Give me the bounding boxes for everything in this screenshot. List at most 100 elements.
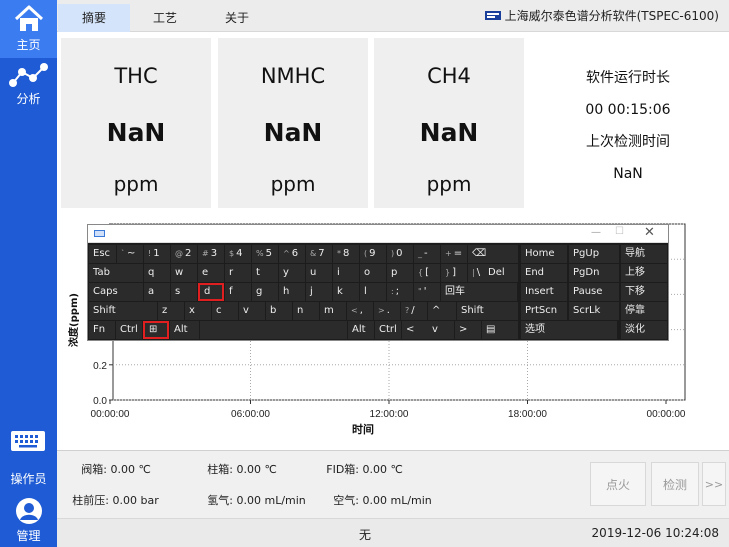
- key-Shift[interactable]: Shift: [89, 302, 157, 320]
- user-admin[interactable]: 管理: [0, 497, 57, 547]
- key-Shift[interactable]: Shift: [457, 302, 518, 320]
- key-shift-symbol: _: [418, 249, 422, 258]
- key-label: r: [229, 267, 234, 278]
- key-3[interactable]: #3: [198, 245, 224, 263]
- keyboard-title-bar[interactable]: — ☐ ✕: [88, 225, 668, 243]
- key-PrtScn[interactable]: PrtScn: [521, 302, 567, 320]
- key-c[interactable]: c: [212, 302, 238, 320]
- key-label: x: [189, 305, 195, 316]
- key-n[interactable]: n: [293, 302, 319, 320]
- sidebar-item-home[interactable]: 主页: [0, 0, 57, 58]
- key-Esc[interactable]: Esc: [89, 245, 116, 263]
- key-Alt[interactable]: Alt: [170, 321, 199, 339]
- key-symbol[interactable]: <,: [347, 302, 373, 320]
- key-j[interactable]: j: [306, 283, 332, 301]
- key-f[interactable]: f: [225, 283, 251, 301]
- key-o[interactable]: o: [360, 264, 386, 282]
- maximize-icon[interactable]: ☐: [615, 226, 624, 237]
- key-g[interactable]: g: [252, 283, 278, 301]
- key-r[interactable]: r: [225, 264, 251, 282]
- key-s[interactable]: s: [171, 283, 197, 301]
- key-m[interactable]: m: [320, 302, 346, 320]
- key-symbol[interactable]: ▤: [482, 321, 518, 339]
- key-symbol[interactable]: }]: [441, 264, 467, 282]
- key-4[interactable]: $4: [225, 245, 251, 263]
- key-a[interactable]: a: [144, 283, 170, 301]
- key-z[interactable]: z: [158, 302, 184, 320]
- key-symbol[interactable]: ` ~: [117, 245, 143, 263]
- key-symbol[interactable]: " ': [414, 283, 440, 301]
- key-symbol[interactable]: ^: [428, 302, 456, 320]
- key-Tab[interactable]: Tab: [89, 264, 143, 282]
- key-symbol[interactable]: <: [402, 321, 428, 339]
- key-Insert[interactable]: Insert: [521, 283, 567, 301]
- key-symbol[interactable]: + =: [441, 245, 467, 263]
- key-symbol[interactable]: :;: [387, 283, 413, 301]
- key-End[interactable]: End: [521, 264, 567, 282]
- key-1[interactable]: ! 1: [144, 245, 170, 263]
- key-PgUp[interactable]: PgUp: [569, 245, 619, 263]
- key-y[interactable]: y: [279, 264, 305, 282]
- key-Ctrl[interactable]: Ctrl: [116, 321, 142, 339]
- detect-button[interactable]: 检测: [651, 462, 699, 506]
- key-Home[interactable]: Home: [521, 245, 567, 263]
- key-symbol[interactable]: ? /: [401, 302, 427, 320]
- key-ScrLk[interactable]: ScrLk: [569, 302, 619, 320]
- key-5[interactable]: % 5: [252, 245, 278, 263]
- key-停靠[interactable]: 停靠: [621, 302, 667, 320]
- key-7[interactable]: & 7: [306, 245, 332, 263]
- key-Fn[interactable]: Fn: [89, 321, 115, 339]
- key-p[interactable]: p: [387, 264, 413, 282]
- key-t[interactable]: t: [252, 264, 278, 282]
- key-k[interactable]: k: [333, 283, 359, 301]
- key-symbol[interactable]: {[: [414, 264, 440, 282]
- key-label: ▤: [486, 324, 496, 335]
- key-i[interactable]: i: [333, 264, 359, 282]
- key-b[interactable]: b: [266, 302, 292, 320]
- key-0[interactable]: ) 0: [387, 245, 413, 263]
- key-Caps[interactable]: Caps: [89, 283, 143, 301]
- key-9[interactable]: (9: [360, 245, 386, 263]
- keyboard-icon[interactable]: [10, 428, 46, 454]
- sidebar-item-analysis[interactable]: 分析: [0, 60, 57, 112]
- key-e[interactable]: e: [198, 264, 224, 282]
- close-icon[interactable]: ✕: [644, 225, 655, 240]
- key-h[interactable]: h: [279, 283, 305, 301]
- key-Alt[interactable]: Alt: [348, 321, 374, 339]
- key-d[interactable]: d: [198, 283, 224, 301]
- key-淡化[interactable]: 淡化: [621, 321, 667, 339]
- key-回车[interactable]: 回车: [441, 283, 517, 301]
- key-8[interactable]: * 8: [333, 245, 359, 263]
- key-x[interactable]: x: [185, 302, 211, 320]
- key-w[interactable]: w: [171, 264, 197, 282]
- key-上移[interactable]: 上移: [621, 264, 667, 282]
- key-Del[interactable]: Del: [484, 264, 518, 282]
- key-symbol[interactable]: _ -: [414, 245, 440, 263]
- key-q[interactable]: q: [144, 264, 170, 282]
- tab-summary[interactable]: 摘要: [58, 4, 130, 32]
- key-symbol[interactable]: ⊞: [143, 321, 169, 339]
- key-label: z: [162, 305, 168, 316]
- key-导航[interactable]: 导航: [621, 245, 667, 263]
- key-6[interactable]: ^ 6: [279, 245, 305, 263]
- key-l[interactable]: l: [360, 283, 386, 301]
- key-space[interactable]: [200, 321, 347, 339]
- ignite-button[interactable]: 点火: [590, 462, 646, 506]
- tab-about[interactable]: 关于: [201, 4, 273, 32]
- key-symbol[interactable]: >: [455, 321, 481, 339]
- key-v[interactable]: v: [239, 302, 265, 320]
- tab-process[interactable]: 工艺: [129, 4, 201, 32]
- key-Ctrl[interactable]: Ctrl: [375, 321, 401, 339]
- minimize-icon[interactable]: —: [591, 227, 601, 238]
- key-Pause[interactable]: Pause: [569, 283, 619, 301]
- key-选项[interactable]: 选项: [521, 321, 617, 339]
- key-2[interactable]: @2: [171, 245, 197, 263]
- key-下移[interactable]: 下移: [621, 283, 667, 301]
- key-symbol[interactable]: >.: [374, 302, 400, 320]
- key-v[interactable]: v: [428, 321, 454, 339]
- key-u[interactable]: u: [306, 264, 332, 282]
- key-PgDn[interactable]: PgDn: [569, 264, 619, 282]
- key-label: 8: [343, 248, 350, 259]
- more-button[interactable]: >>: [702, 462, 726, 506]
- key-symbol[interactable]: ⌫: [468, 245, 518, 263]
